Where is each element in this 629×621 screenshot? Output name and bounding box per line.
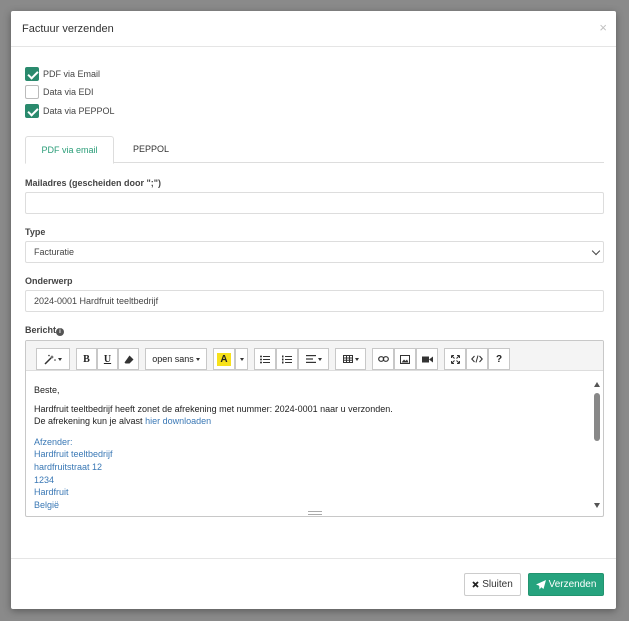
- underline-button[interactable]: U: [97, 348, 118, 370]
- resize-handle[interactable]: [308, 511, 322, 515]
- signature-line: 1234: [34, 474, 55, 485]
- scroll-up-icon[interactable]: [594, 382, 600, 387]
- close-button[interactable]: Sluiten: [464, 573, 521, 596]
- eraser-button[interactable]: [118, 348, 139, 370]
- send-button[interactable]: Verzenden: [528, 573, 604, 596]
- type-select-value: Facturatie: [34, 247, 75, 257]
- checkbox-label: PDF via Email: [43, 69, 101, 79]
- close-icon[interactable]: ×: [599, 21, 607, 34]
- scroll-down-icon[interactable]: [594, 503, 600, 508]
- link-button[interactable]: [372, 348, 394, 370]
- option-pdf-email[interactable]: PDF via Email: [25, 67, 100, 81]
- magic-wand-icon: [44, 354, 56, 365]
- editor-content[interactable]: Beste, Hardfruit teeltbedrijf heeft zone…: [26, 372, 591, 513]
- unordered-list-button[interactable]: [254, 348, 276, 370]
- font-color-button[interactable]: A: [213, 348, 235, 370]
- table-dropdown[interactable]: [335, 348, 366, 370]
- caret-icon: [58, 357, 62, 361]
- fullscreen-icon: [450, 354, 460, 364]
- send-button-label: Verzenden: [548, 579, 597, 590]
- editor-toolbar: B U open sans A ?: [26, 341, 603, 371]
- caret-icon: [317, 357, 322, 361]
- option-data-edi[interactable]: Data via EDI: [25, 85, 94, 99]
- tab-bar: PDF via email PEPPOL: [25, 136, 604, 164]
- modal-header: Factuur verzenden ×: [11, 11, 616, 47]
- help-button[interactable]: ?: [488, 348, 510, 370]
- message-label-text: Bericht: [25, 325, 57, 335]
- editor-line-2: De afrekening kun je alvast: [34, 416, 146, 426]
- font-color-icon: A: [217, 352, 231, 366]
- rich-text-editor: B U open sans A ? Beste, Hardfruit teelt…: [25, 340, 604, 517]
- checkbox-data-edi[interactable]: [25, 85, 39, 99]
- font-family-label: open sans: [152, 354, 194, 364]
- tab-pdf-via-email[interactable]: PDF via email: [25, 136, 114, 164]
- modal-title: Factuur verzenden: [22, 23, 114, 35]
- subject-label: Onderwerp: [25, 276, 73, 286]
- close-button-label: Sluiten: [482, 579, 513, 590]
- scroll-thumb[interactable]: [594, 393, 600, 441]
- type-select[interactable]: Facturatie: [25, 241, 604, 263]
- numbered-list-icon: [282, 355, 292, 363]
- caret-icon: [354, 357, 359, 361]
- signature-block: Afzender: Hardfruit teeltbedrijf hardfru…: [34, 436, 583, 512]
- paper-plane-icon: [535, 579, 546, 589]
- link-icon: [377, 356, 389, 362]
- fullscreen-button[interactable]: [444, 348, 466, 370]
- font-color-dropdown[interactable]: [235, 348, 248, 370]
- editor-paragraph: Hardfruit teeltbedrijf heeft zonet de af…: [34, 403, 583, 428]
- tab-peppol[interactable]: PEPPOL: [121, 136, 181, 163]
- image-button[interactable]: [394, 348, 416, 370]
- video-icon: [421, 356, 433, 362]
- message-label: Bericht i: [25, 325, 65, 336]
- subject-input[interactable]: 2024-0001 Hardfruit teeltbedrijf: [25, 290, 604, 312]
- table-icon: [342, 355, 353, 363]
- caret-icon: [239, 357, 244, 361]
- magic-wand-button[interactable]: [36, 348, 70, 370]
- signature-line: België: [34, 500, 60, 511]
- ordered-list-button[interactable]: [276, 348, 298, 370]
- download-link[interactable]: hier downloaden: [145, 416, 211, 426]
- editor-greeting: Beste,: [34, 385, 60, 395]
- signature-line: Afzender:: [34, 436, 73, 447]
- checkbox-data-peppol[interactable]: [25, 104, 39, 118]
- email-input[interactable]: [25, 192, 604, 214]
- code-icon: [471, 355, 483, 363]
- bold-button[interactable]: B: [76, 348, 97, 370]
- close-icon: [472, 581, 479, 588]
- checkbox-pdf-email[interactable]: [25, 67, 39, 81]
- modal-footer: Sluiten Verzenden: [11, 558, 616, 609]
- code-view-button[interactable]: [466, 348, 488, 370]
- checkbox-label: Data via EDI: [43, 87, 94, 97]
- align-left-icon: [305, 355, 316, 363]
- option-data-peppol[interactable]: Data via PEPPOL: [25, 104, 115, 118]
- editor-scrollbar[interactable]: [591, 372, 603, 513]
- signature-line: Hardfruit teeltbedrijf: [34, 449, 113, 460]
- type-label: Type: [25, 227, 46, 237]
- image-icon: [400, 354, 410, 364]
- bullet-list-icon: [260, 355, 270, 363]
- align-dropdown[interactable]: [298, 348, 329, 370]
- send-invoice-modal: Factuur verzenden × PDF via Email Data v…: [11, 11, 616, 609]
- signature-line: Hardfruit: [34, 487, 69, 498]
- chevron-down-icon: [591, 246, 601, 256]
- email-label: Mailadres (gescheiden door ";"): [25, 178, 162, 188]
- editor-line-1: Hardfruit teeltbedrijf heeft zonet de af…: [34, 403, 393, 414]
- info-icon[interactable]: i: [56, 328, 65, 336]
- signature-line: hardfruitstraat 12: [34, 461, 103, 472]
- caret-icon: [195, 357, 200, 361]
- checkbox-label: Data via PEPPOL: [43, 106, 115, 116]
- eraser-icon: [124, 355, 133, 363]
- font-family-dropdown[interactable]: open sans: [145, 348, 207, 370]
- video-button[interactable]: [416, 348, 438, 370]
